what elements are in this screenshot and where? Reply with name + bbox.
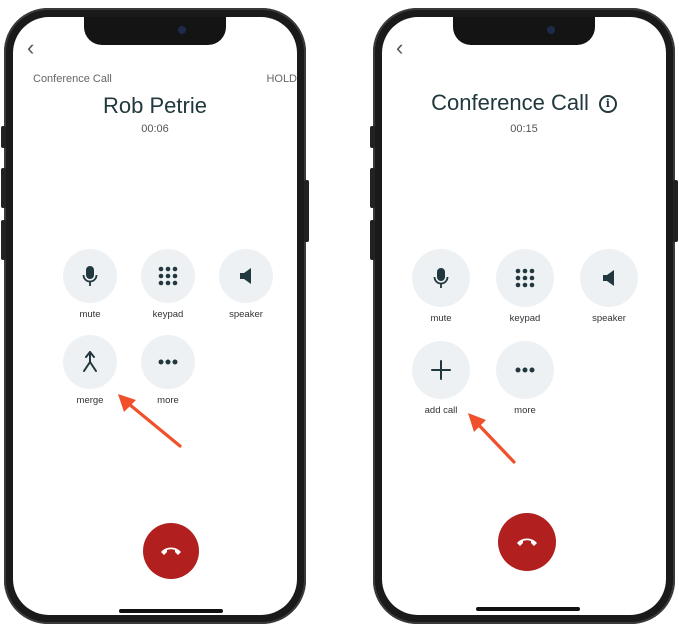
keypad-icon bbox=[141, 249, 195, 303]
end-call-button[interactable] bbox=[143, 523, 199, 579]
keypad-icon bbox=[496, 249, 554, 307]
speaker-button[interactable]: speaker bbox=[580, 249, 638, 324]
home-indicator[interactable] bbox=[476, 607, 580, 611]
end-call-icon bbox=[161, 547, 181, 555]
notch bbox=[453, 17, 595, 45]
back-chevron-icon[interactable]: ‹ bbox=[27, 37, 34, 59]
keypad-button[interactable]: keypad bbox=[496, 249, 554, 324]
end-call-button[interactable] bbox=[498, 513, 556, 571]
info-icon[interactable]: i bbox=[598, 95, 617, 114]
speaker-label: speaker bbox=[592, 313, 626, 324]
plus-icon bbox=[412, 341, 470, 399]
mute-button[interactable]: mute bbox=[61, 249, 119, 320]
call-timer: 00:06 bbox=[141, 123, 169, 135]
more-dots-icon bbox=[141, 335, 195, 389]
annotation-arrow-merge bbox=[118, 394, 182, 448]
back-chevron-icon[interactable]: ‹ bbox=[396, 37, 403, 59]
annotation-arrow-add-call bbox=[468, 413, 516, 464]
mute-label: mute bbox=[79, 309, 101, 320]
keypad-label: keypad bbox=[509, 313, 541, 324]
merge-icon bbox=[63, 335, 117, 389]
microphone-icon bbox=[63, 249, 117, 303]
speaker-label: speaker bbox=[229, 309, 263, 320]
notch bbox=[84, 17, 226, 45]
conference-title-text: Conference Call bbox=[431, 90, 589, 115]
end-call-icon bbox=[517, 538, 537, 546]
conference-call-link[interactable]: Conference Call bbox=[33, 73, 112, 85]
mute-button[interactable]: mute bbox=[412, 249, 470, 324]
conference-title: Conference Call i bbox=[382, 90, 666, 116]
add-call-button[interactable]: add call bbox=[412, 341, 470, 416]
right-phone-screen: ‹ Conference Call i 00:15 mute keypad spe… bbox=[382, 17, 666, 615]
home-indicator[interactable] bbox=[119, 609, 223, 613]
keypad-button[interactable]: keypad bbox=[139, 249, 197, 320]
microphone-icon bbox=[412, 249, 470, 307]
hold-button[interactable]: HOLD bbox=[266, 73, 297, 85]
speaker-icon bbox=[219, 249, 273, 303]
more-dots-icon bbox=[496, 341, 554, 399]
more-button[interactable]: more bbox=[496, 341, 554, 416]
speaker-button[interactable]: speaker bbox=[217, 249, 275, 320]
left-phone-frame: ‹ Conference Call HOLD Rob Petrie 00:06 … bbox=[1, 8, 309, 624]
mute-label: mute bbox=[430, 313, 452, 324]
left-phone-screen: ‹ Conference Call HOLD Rob Petrie 00:06 … bbox=[13, 17, 297, 615]
keypad-label: keypad bbox=[152, 309, 184, 320]
call-timer: 00:15 bbox=[510, 123, 538, 135]
right-phone-frame: ‹ Conference Call i 00:15 mute keypad spe… bbox=[370, 8, 678, 624]
speaker-icon bbox=[580, 249, 638, 307]
caller-name: Rob Petrie bbox=[103, 93, 207, 118]
